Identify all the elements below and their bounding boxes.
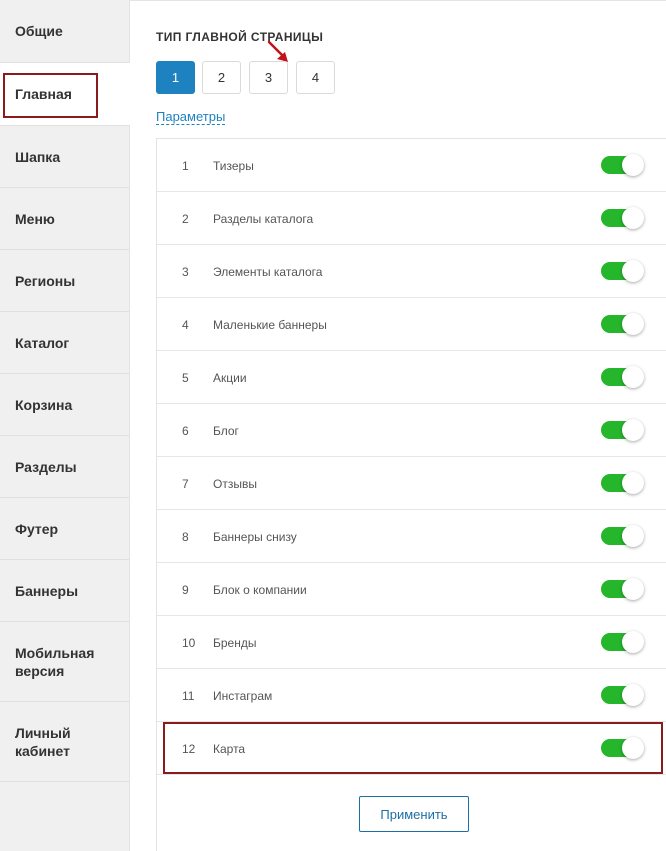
sidebar-item-general[interactable]: Общие bbox=[0, 0, 129, 63]
toggle-knob bbox=[622, 366, 644, 388]
toggle-knob bbox=[622, 737, 644, 759]
block-toggle[interactable] bbox=[601, 525, 644, 547]
block-row: 3 Элементы каталога bbox=[157, 245, 666, 298]
block-row: 10 Бренды bbox=[157, 616, 666, 669]
block-toggle[interactable] bbox=[601, 207, 644, 229]
blocks-panel: 1 Тизеры 2 Разделы каталога 3 Элементы к… bbox=[156, 138, 666, 851]
block-label: Отзывы bbox=[213, 476, 257, 491]
toggle-knob bbox=[622, 313, 644, 335]
block-number: 4 bbox=[182, 317, 189, 332]
toggle-knob bbox=[622, 419, 644, 441]
block-label: Бренды bbox=[213, 635, 257, 650]
block-label: Разделы каталога bbox=[213, 211, 314, 226]
block-label: Карта bbox=[213, 741, 246, 756]
block-label: Инстаграм bbox=[213, 688, 273, 703]
block-row: 6 Блог bbox=[157, 404, 666, 457]
sidebar-item-label: Футер bbox=[15, 520, 59, 537]
block-label: Элементы каталога bbox=[213, 264, 323, 279]
block-number: 12 bbox=[182, 741, 196, 756]
block-label: Блок о компании bbox=[213, 582, 307, 597]
block-number: 6 bbox=[182, 423, 189, 438]
sidebar-item-label: Разделы bbox=[15, 458, 77, 475]
toggle-knob bbox=[622, 631, 644, 653]
apply-button[interactable]: Применить bbox=[359, 796, 469, 832]
block-number: 8 bbox=[182, 529, 189, 544]
sidebar-item-mobile[interactable]: Мобильная версия bbox=[0, 622, 129, 702]
block-row: 12 Карта bbox=[157, 722, 666, 775]
block-row: 2 Разделы каталога bbox=[157, 192, 666, 245]
type-button-2[interactable]: 2 bbox=[202, 61, 241, 94]
block-number: 2 bbox=[182, 211, 189, 226]
block-number: 7 bbox=[182, 476, 189, 491]
block-number: 1 bbox=[182, 158, 189, 173]
sidebar-item-regions[interactable]: Регионы bbox=[0, 250, 129, 312]
toggle-knob bbox=[622, 578, 644, 600]
main-content: ТИП ГЛАВНОЙ СТРАНИЦЫ 1 2 3 4 Параметры 1… bbox=[130, 0, 666, 851]
sidebar-item-banners[interactable]: Баннеры bbox=[0, 560, 129, 622]
block-label: Маленькие баннеры bbox=[213, 317, 327, 332]
toggle-knob bbox=[622, 472, 644, 494]
block-number: 11 bbox=[182, 688, 195, 703]
block-toggle[interactable] bbox=[601, 260, 644, 282]
sidebar-item-label: Меню bbox=[15, 210, 55, 227]
sidebar-item-label: Главная bbox=[15, 86, 72, 102]
block-label: Баннеры снизу bbox=[213, 529, 297, 544]
sidebar-item-label: Общие bbox=[15, 23, 63, 39]
block-row: 5 Акции bbox=[157, 351, 666, 404]
toggle-knob bbox=[622, 525, 644, 547]
sidebar-item-label: Регионы bbox=[15, 272, 76, 289]
block-row: 8 Баннеры снизу bbox=[157, 510, 666, 563]
block-toggle[interactable] bbox=[601, 472, 644, 494]
block-toggle[interactable] bbox=[601, 154, 644, 176]
sidebar-item-label: Личный кабинет bbox=[15, 724, 71, 759]
sidebar-item-account[interactable]: Личный кабинет bbox=[0, 702, 129, 782]
block-toggle[interactable] bbox=[601, 578, 644, 600]
sidebar-item-header[interactable]: Шапка bbox=[0, 126, 129, 188]
block-label: Блог bbox=[213, 423, 239, 438]
divider bbox=[130, 0, 666, 1]
sidebar-item-menu[interactable]: Меню bbox=[0, 188, 129, 250]
block-number: 9 bbox=[182, 582, 189, 597]
toggle-knob bbox=[622, 684, 644, 706]
sidebar-item-catalog[interactable]: Каталог bbox=[0, 312, 129, 374]
toggle-knob bbox=[622, 207, 644, 229]
toggle-knob bbox=[622, 154, 644, 176]
block-toggle[interactable] bbox=[601, 737, 644, 759]
section-title: ТИП ГЛАВНОЙ СТРАНИЦЫ bbox=[156, 30, 324, 44]
sidebar-item-sections[interactable]: Разделы bbox=[0, 436, 129, 498]
sidebar-item-label: Баннеры bbox=[15, 582, 79, 599]
type-button-4[interactable]: 4 bbox=[296, 61, 335, 94]
block-label: Тизеры bbox=[213, 158, 254, 173]
block-row: 11 Инстаграм bbox=[157, 669, 666, 722]
block-number: 5 bbox=[182, 370, 189, 385]
type-button-1[interactable]: 1 bbox=[156, 61, 195, 94]
block-label: Акции bbox=[213, 370, 247, 385]
sidebar-item-label: Мобильная версия bbox=[15, 644, 95, 679]
sidebar-item-main[interactable]: Главная bbox=[0, 63, 130, 126]
block-toggle[interactable] bbox=[601, 419, 644, 441]
block-toggle[interactable] bbox=[601, 684, 644, 706]
block-toggle[interactable] bbox=[601, 313, 644, 335]
params-link[interactable]: Параметры bbox=[156, 109, 226, 125]
block-row: 7 Отзывы bbox=[157, 457, 666, 510]
sidebar-item-label: Корзина bbox=[15, 396, 73, 413]
sidebar-item-label: Каталог bbox=[15, 334, 70, 351]
sidebar-item-cart[interactable]: Корзина bbox=[0, 374, 129, 436]
toggle-knob bbox=[622, 260, 644, 282]
block-toggle[interactable] bbox=[601, 366, 644, 388]
block-number: 3 bbox=[182, 264, 189, 279]
sidebar-item-footer[interactable]: Футер bbox=[0, 498, 129, 560]
type-button-3[interactable]: 3 bbox=[249, 61, 288, 94]
block-number: 10 bbox=[182, 635, 196, 650]
block-row: 9 Блок о компании bbox=[157, 563, 666, 616]
block-row: 1 Тизеры bbox=[157, 139, 666, 192]
settings-sidebar: Общие Главная Шапка Меню Регионы Каталог… bbox=[0, 0, 130, 851]
block-row: 4 Маленькие баннеры bbox=[157, 298, 666, 351]
sidebar-item-label: Шапка bbox=[15, 148, 61, 165]
block-toggle[interactable] bbox=[601, 631, 644, 653]
